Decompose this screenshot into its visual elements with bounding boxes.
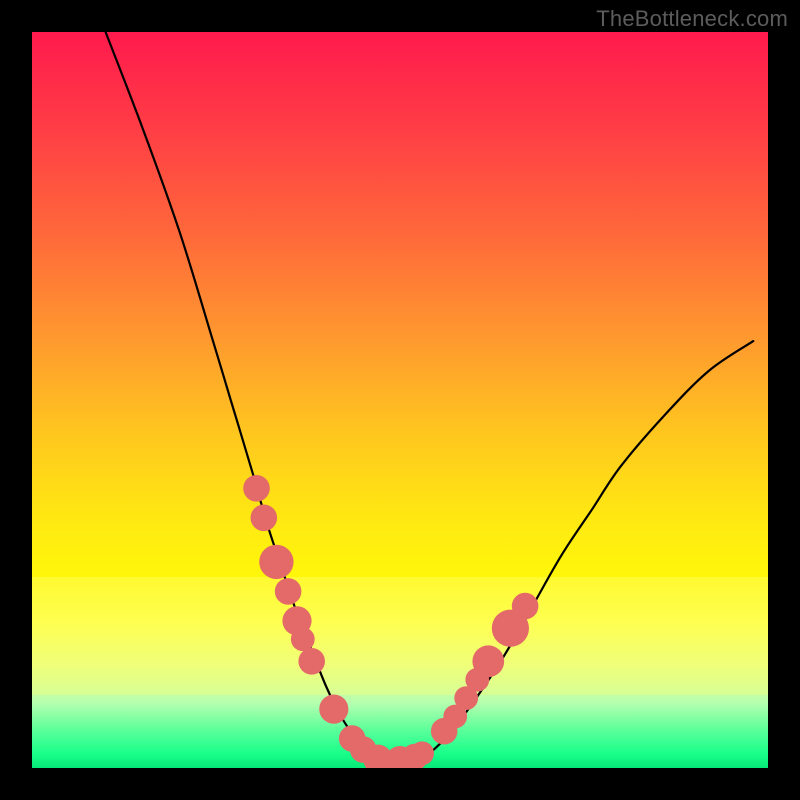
watermark-text: TheBottleneck.com — [596, 6, 788, 32]
data-marker — [319, 695, 348, 724]
data-marker — [259, 545, 293, 579]
data-marker — [243, 475, 270, 502]
data-marker — [291, 627, 315, 651]
chart-frame: TheBottleneck.com — [0, 0, 800, 800]
data-marker — [275, 578, 302, 605]
data-marker — [251, 505, 278, 532]
data-marker — [298, 648, 325, 675]
marker-group — [243, 475, 538, 768]
plot-area — [32, 32, 768, 768]
curve-layer — [32, 32, 768, 768]
data-marker — [512, 593, 539, 620]
data-marker — [472, 645, 504, 677]
data-marker — [410, 741, 434, 765]
bottleneck-curve — [106, 32, 754, 761]
